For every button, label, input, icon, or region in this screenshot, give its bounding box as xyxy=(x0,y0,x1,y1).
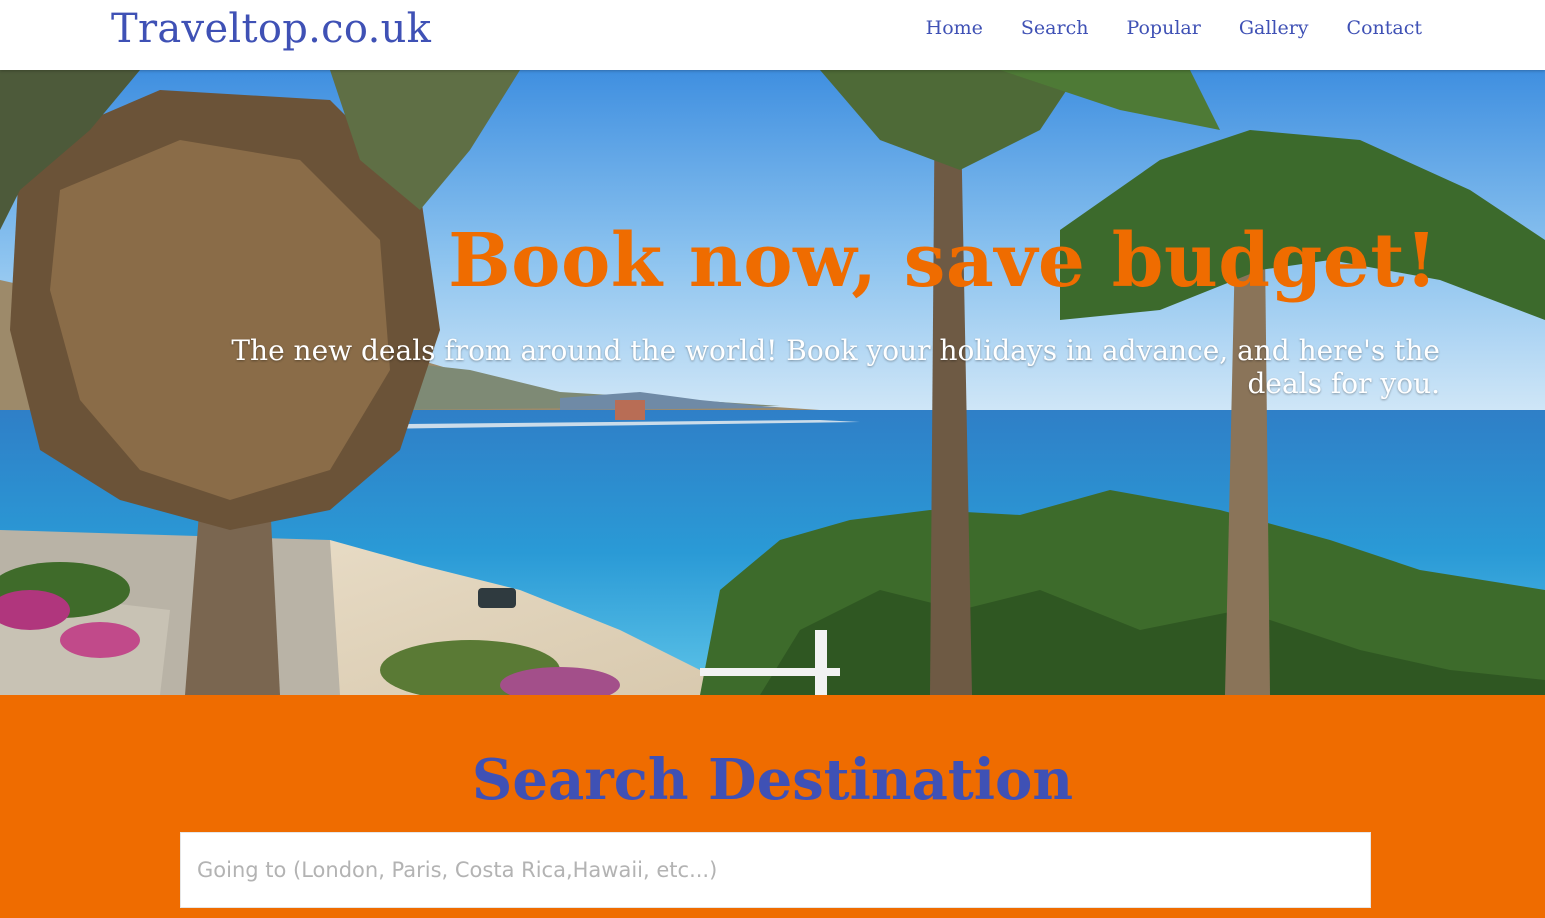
nav-link-home[interactable]: Home xyxy=(926,17,983,39)
top-navbar: Traveltop.co.uk Home Search Popular Gall… xyxy=(0,0,1545,70)
search-section: Search Destination xyxy=(0,695,1545,918)
nav-link-gallery[interactable]: Gallery xyxy=(1239,17,1309,39)
brand-logo-link[interactable]: Traveltop.co.uk xyxy=(111,6,431,52)
hero-subtitle: The new deals from around the world! Boo… xyxy=(231,334,1440,400)
hero-headline: Book now, save budget! xyxy=(448,218,1438,304)
destination-search-input[interactable] xyxy=(180,832,1371,908)
nav-link-contact[interactable]: Contact xyxy=(1347,17,1422,39)
nav-link-search[interactable]: Search xyxy=(1021,17,1089,39)
hero-banner: Book now, save budget! The new deals fro… xyxy=(0,70,1545,695)
main-nav: Home Search Popular Gallery Contact xyxy=(926,17,1422,39)
search-heading: Search Destination xyxy=(471,747,1074,813)
nav-link-popular[interactable]: Popular xyxy=(1126,17,1200,39)
